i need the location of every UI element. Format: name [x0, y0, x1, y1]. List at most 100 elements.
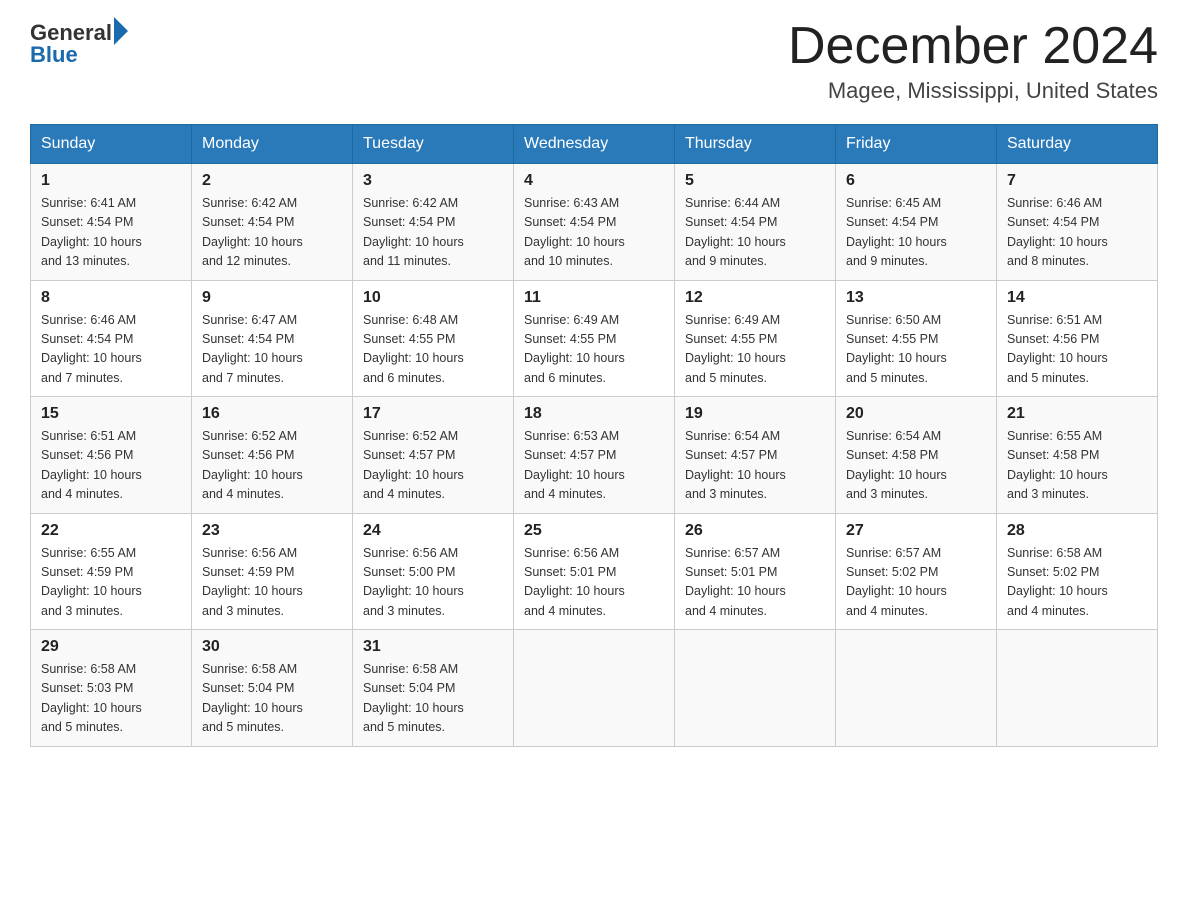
table-row: 6 Sunrise: 6:45 AMSunset: 4:54 PMDayligh… — [836, 164, 997, 281]
table-row: 21 Sunrise: 6:55 AMSunset: 4:58 PMDaylig… — [997, 397, 1158, 514]
day-info: Sunrise: 6:44 AMSunset: 4:54 PMDaylight:… — [685, 196, 786, 268]
day-number: 9 — [202, 289, 342, 307]
calendar-week-row: 8 Sunrise: 6:46 AMSunset: 4:54 PMDayligh… — [31, 280, 1158, 397]
table-row: 12 Sunrise: 6:49 AMSunset: 4:55 PMDaylig… — [675, 280, 836, 397]
calendar-week-row: 22 Sunrise: 6:55 AMSunset: 4:59 PMDaylig… — [31, 513, 1158, 630]
day-number: 31 — [363, 638, 503, 656]
day-info: Sunrise: 6:58 AMSunset: 5:03 PMDaylight:… — [41, 662, 142, 734]
day-info: Sunrise: 6:52 AMSunset: 4:56 PMDaylight:… — [202, 429, 303, 501]
day-info: Sunrise: 6:54 AMSunset: 4:57 PMDaylight:… — [685, 429, 786, 501]
day-info: Sunrise: 6:45 AMSunset: 4:54 PMDaylight:… — [846, 196, 947, 268]
logo-blue-text: Blue — [30, 42, 128, 68]
day-info: Sunrise: 6:41 AMSunset: 4:54 PMDaylight:… — [41, 196, 142, 268]
day-info: Sunrise: 6:55 AMSunset: 4:58 PMDaylight:… — [1007, 429, 1108, 501]
day-info: Sunrise: 6:47 AMSunset: 4:54 PMDaylight:… — [202, 313, 303, 385]
day-info: Sunrise: 6:56 AMSunset: 5:01 PMDaylight:… — [524, 546, 625, 618]
day-number: 23 — [202, 522, 342, 540]
table-row — [997, 630, 1158, 747]
day-info: Sunrise: 6:57 AMSunset: 5:02 PMDaylight:… — [846, 546, 947, 618]
calendar-header-row: Sunday Monday Tuesday Wednesday Thursday… — [31, 125, 1158, 164]
header-tuesday: Tuesday — [353, 125, 514, 164]
day-info: Sunrise: 6:46 AMSunset: 4:54 PMDaylight:… — [41, 313, 142, 385]
day-number: 21 — [1007, 405, 1147, 423]
day-number: 29 — [41, 638, 181, 656]
table-row: 20 Sunrise: 6:54 AMSunset: 4:58 PMDaylig… — [836, 397, 997, 514]
table-row: 24 Sunrise: 6:56 AMSunset: 5:00 PMDaylig… — [353, 513, 514, 630]
table-row: 16 Sunrise: 6:52 AMSunset: 4:56 PMDaylig… — [192, 397, 353, 514]
table-row: 11 Sunrise: 6:49 AMSunset: 4:55 PMDaylig… — [514, 280, 675, 397]
day-number: 28 — [1007, 522, 1147, 540]
day-number: 3 — [363, 172, 503, 190]
day-info: Sunrise: 6:58 AMSunset: 5:02 PMDaylight:… — [1007, 546, 1108, 618]
header-saturday: Saturday — [997, 125, 1158, 164]
day-number: 16 — [202, 405, 342, 423]
month-year-title: December 2024 — [788, 20, 1158, 72]
calendar-week-row: 1 Sunrise: 6:41 AMSunset: 4:54 PMDayligh… — [31, 164, 1158, 281]
table-row: 28 Sunrise: 6:58 AMSunset: 5:02 PMDaylig… — [997, 513, 1158, 630]
day-info: Sunrise: 6:51 AMSunset: 4:56 PMDaylight:… — [41, 429, 142, 501]
calendar-week-row: 15 Sunrise: 6:51 AMSunset: 4:56 PMDaylig… — [31, 397, 1158, 514]
day-info: Sunrise: 6:42 AMSunset: 4:54 PMDaylight:… — [202, 196, 303, 268]
calendar-week-row: 29 Sunrise: 6:58 AMSunset: 5:03 PMDaylig… — [31, 630, 1158, 747]
day-info: Sunrise: 6:56 AMSunset: 5:00 PMDaylight:… — [363, 546, 464, 618]
day-info: Sunrise: 6:49 AMSunset: 4:55 PMDaylight:… — [685, 313, 786, 385]
table-row: 27 Sunrise: 6:57 AMSunset: 5:02 PMDaylig… — [836, 513, 997, 630]
table-row: 3 Sunrise: 6:42 AMSunset: 4:54 PMDayligh… — [353, 164, 514, 281]
day-info: Sunrise: 6:58 AMSunset: 5:04 PMDaylight:… — [363, 662, 464, 734]
day-info: Sunrise: 6:56 AMSunset: 4:59 PMDaylight:… — [202, 546, 303, 618]
header-sunday: Sunday — [31, 125, 192, 164]
day-number: 26 — [685, 522, 825, 540]
day-info: Sunrise: 6:49 AMSunset: 4:55 PMDaylight:… — [524, 313, 625, 385]
title-section: December 2024 Magee, Mississippi, United… — [788, 20, 1158, 104]
day-info: Sunrise: 6:50 AMSunset: 4:55 PMDaylight:… — [846, 313, 947, 385]
page-header: General Blue December 2024 Magee, Missis… — [30, 20, 1158, 104]
header-thursday: Thursday — [675, 125, 836, 164]
day-number: 25 — [524, 522, 664, 540]
table-row: 17 Sunrise: 6:52 AMSunset: 4:57 PMDaylig… — [353, 397, 514, 514]
day-number: 14 — [1007, 289, 1147, 307]
day-info: Sunrise: 6:55 AMSunset: 4:59 PMDaylight:… — [41, 546, 142, 618]
day-number: 22 — [41, 522, 181, 540]
table-row: 29 Sunrise: 6:58 AMSunset: 5:03 PMDaylig… — [31, 630, 192, 747]
table-row: 7 Sunrise: 6:46 AMSunset: 4:54 PMDayligh… — [997, 164, 1158, 281]
table-row: 9 Sunrise: 6:47 AMSunset: 4:54 PMDayligh… — [192, 280, 353, 397]
day-number: 7 — [1007, 172, 1147, 190]
day-info: Sunrise: 6:54 AMSunset: 4:58 PMDaylight:… — [846, 429, 947, 501]
day-number: 6 — [846, 172, 986, 190]
table-row: 10 Sunrise: 6:48 AMSunset: 4:55 PMDaylig… — [353, 280, 514, 397]
day-number: 27 — [846, 522, 986, 540]
day-number: 24 — [363, 522, 503, 540]
table-row: 23 Sunrise: 6:56 AMSunset: 4:59 PMDaylig… — [192, 513, 353, 630]
day-number: 4 — [524, 172, 664, 190]
day-info: Sunrise: 6:58 AMSunset: 5:04 PMDaylight:… — [202, 662, 303, 734]
table-row: 1 Sunrise: 6:41 AMSunset: 4:54 PMDayligh… — [31, 164, 192, 281]
header-wednesday: Wednesday — [514, 125, 675, 164]
day-info: Sunrise: 6:42 AMSunset: 4:54 PMDaylight:… — [363, 196, 464, 268]
day-number: 30 — [202, 638, 342, 656]
day-number: 12 — [685, 289, 825, 307]
day-info: Sunrise: 6:52 AMSunset: 4:57 PMDaylight:… — [363, 429, 464, 501]
day-number: 10 — [363, 289, 503, 307]
header-monday: Monday — [192, 125, 353, 164]
calendar-table: Sunday Monday Tuesday Wednesday Thursday… — [30, 124, 1158, 747]
day-number: 11 — [524, 289, 664, 307]
logo: General Blue — [30, 20, 128, 68]
table-row: 4 Sunrise: 6:43 AMSunset: 4:54 PMDayligh… — [514, 164, 675, 281]
day-number: 18 — [524, 405, 664, 423]
table-row: 22 Sunrise: 6:55 AMSunset: 4:59 PMDaylig… — [31, 513, 192, 630]
table-row — [675, 630, 836, 747]
day-number: 1 — [41, 172, 181, 190]
table-row: 2 Sunrise: 6:42 AMSunset: 4:54 PMDayligh… — [192, 164, 353, 281]
table-row: 30 Sunrise: 6:58 AMSunset: 5:04 PMDaylig… — [192, 630, 353, 747]
table-row: 13 Sunrise: 6:50 AMSunset: 4:55 PMDaylig… — [836, 280, 997, 397]
day-number: 17 — [363, 405, 503, 423]
table-row: 14 Sunrise: 6:51 AMSunset: 4:56 PMDaylig… — [997, 280, 1158, 397]
header-friday: Friday — [836, 125, 997, 164]
day-number: 20 — [846, 405, 986, 423]
table-row: 31 Sunrise: 6:58 AMSunset: 5:04 PMDaylig… — [353, 630, 514, 747]
day-number: 13 — [846, 289, 986, 307]
table-row: 18 Sunrise: 6:53 AMSunset: 4:57 PMDaylig… — [514, 397, 675, 514]
day-info: Sunrise: 6:43 AMSunset: 4:54 PMDaylight:… — [524, 196, 625, 268]
table-row: 19 Sunrise: 6:54 AMSunset: 4:57 PMDaylig… — [675, 397, 836, 514]
location-subtitle: Magee, Mississippi, United States — [788, 78, 1158, 104]
